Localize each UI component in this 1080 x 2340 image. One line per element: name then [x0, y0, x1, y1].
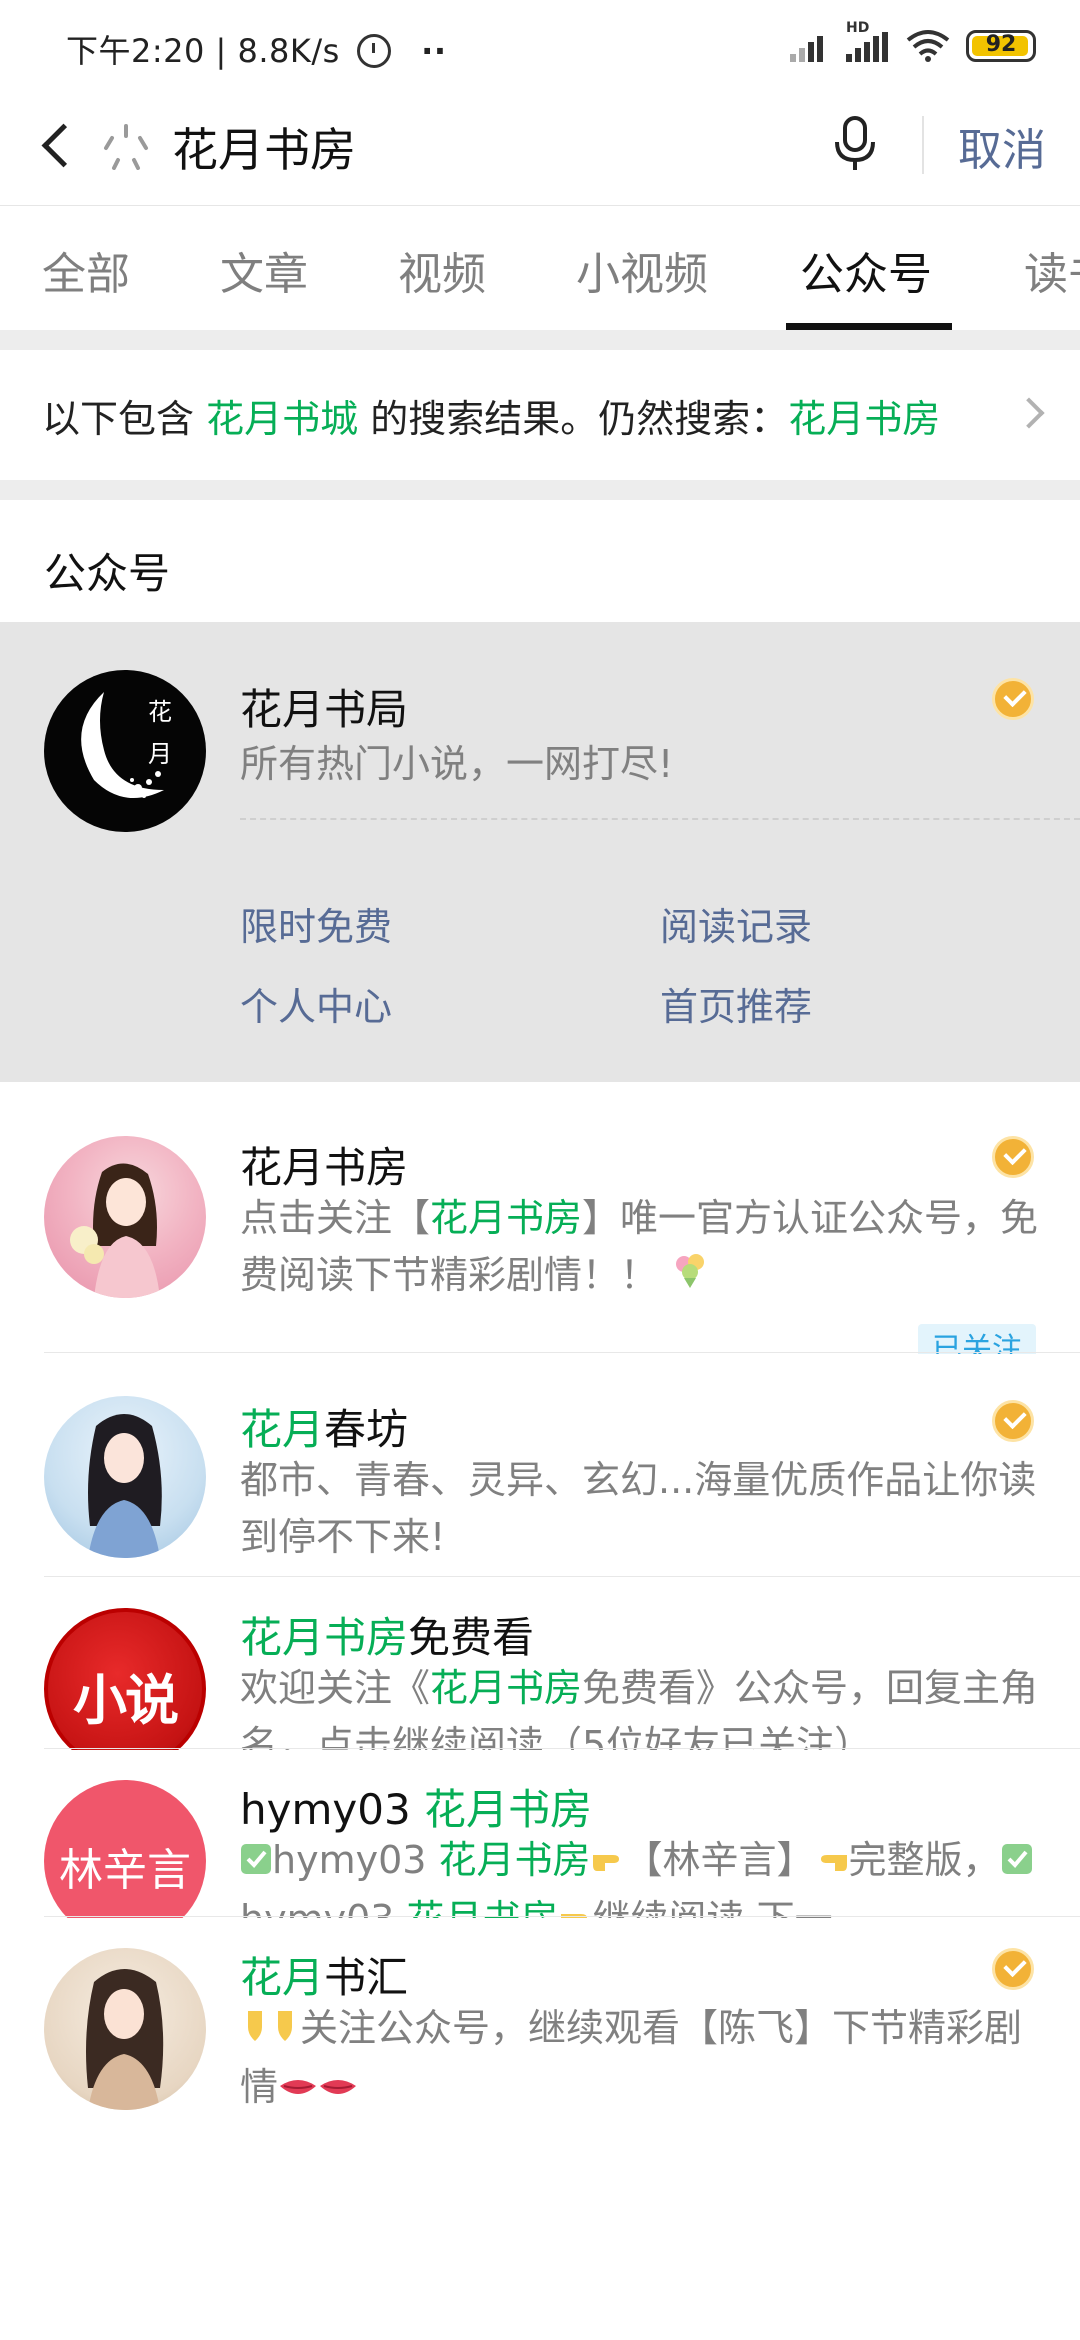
lips-emoji-icon [318, 2061, 358, 2118]
suggested-term-link[interactable]: 花月书城 [206, 397, 358, 441]
account-description: 点击关注【花月书房】唯一官方认证公众号，免费阅读下节精彩剧情！！ [240, 1190, 1040, 1306]
battery-icon: 92 [966, 30, 1036, 62]
signal-hd-icon: HD [846, 20, 890, 62]
loading-spinner-icon [104, 124, 148, 170]
signal-icon [790, 32, 834, 62]
search-input[interactable]: 花月书房 [172, 114, 356, 180]
avatar: 花 月 [44, 670, 206, 832]
check-box-emoji-icon [240, 1834, 272, 1891]
pointing-hand-emoji-icon [591, 1834, 625, 1891]
bouquet-emoji-icon [670, 1249, 710, 1306]
microphone-icon[interactable] [830, 114, 880, 174]
result-item[interactable]: 花 月 花月书局 所有热门小说，一网打尽! [0, 622, 1080, 886]
results-section: 公众号 花 月 花月书局 所有热门小说，一网打尽! 限时免费 阅读记录 个人中心… [0, 500, 1080, 2340]
search-bar: 花月书房 取消 [0, 90, 1080, 205]
account-name: 花月书房免费看 [240, 1613, 535, 1662]
check-box-emoji-icon [1001, 1834, 1033, 1891]
result-item[interactable]: 花月书房 点击关注【花月书房】唯一官方认证公众号，免费阅读下节精彩剧情！！ 已关… [0, 1088, 1080, 1376]
tab-short-videos[interactable]: 小视频 [576, 238, 708, 302]
more-notifications-icon: ·· [421, 32, 447, 70]
verified-badge-icon [992, 1136, 1034, 1178]
result-item[interactable]: 花月春坊 都市、青春、灵异、玄幻...海量优质作品让你读到停不下来! [0, 1354, 1080, 1606]
status-right: HD 92 [790, 20, 1040, 66]
cancel-button[interactable]: 取消 [958, 114, 1046, 178]
tab-bar: 全部 文章 视频 小视频 公众号 读书 [0, 205, 1080, 330]
account-name: 花月书局 [240, 685, 409, 734]
avatar [44, 1948, 206, 2110]
pointing-down-emoji-icon [270, 2002, 300, 2059]
avatar: 小说 [44, 1608, 206, 1770]
verified-badge-icon [992, 678, 1034, 720]
account-name: 花月书房 [240, 1143, 409, 1192]
status-left: 下午2:20 | 8.8K/s ·· [66, 32, 447, 70]
menu-limited-free[interactable]: 限时免费 [240, 896, 392, 951]
divider [44, 1748, 1080, 1749]
divider [922, 116, 924, 174]
section-title: 公众号 [44, 549, 171, 598]
active-tab-indicator [786, 323, 952, 330]
account-menu: 限时免费 阅读记录 个人中心 首页推荐 [0, 818, 1080, 1082]
divider [44, 1352, 1080, 1353]
back-arrow-icon[interactable] [30, 116, 90, 176]
account-description: 所有热门小说，一网打尽! [240, 742, 674, 786]
pointing-hand-emoji-icon [815, 1834, 849, 1891]
account-name: hymy03 花月书房 [240, 1785, 593, 1834]
avatar [44, 1136, 206, 1298]
tab-official-accounts[interactable]: 公众号 [800, 238, 932, 302]
account-description: 都市、青春、灵异、玄幻...海量优质作品让你读到停不下来! [240, 1458, 1037, 1559]
verified-badge-icon [992, 1400, 1034, 1442]
alarm-clock-icon [356, 34, 391, 68]
menu-reading-history[interactable]: 阅读记录 [660, 896, 812, 951]
wifi-icon [906, 30, 950, 62]
illustrated-girl-avatar-icon [86, 1969, 164, 2110]
avatar [44, 1396, 206, 1558]
tab-reading[interactable]: 读书 [1024, 238, 1080, 302]
divider [44, 1576, 1080, 1577]
menu-personal-center[interactable]: 个人中心 [240, 976, 392, 1031]
divider [44, 1916, 1080, 1917]
moon-flower-logo-icon: 花 月 [81, 692, 172, 798]
menu-home-recommend[interactable]: 首页推荐 [660, 976, 812, 1031]
account-description: 关注公众号，继续观看【陈飞】下节精彩剧情 [240, 2000, 1040, 2118]
tab-articles[interactable]: 文章 [220, 238, 308, 302]
pointing-down-emoji-icon [240, 2002, 270, 2059]
tab-all[interactable]: 全部 [42, 238, 130, 302]
lips-emoji-icon [278, 2061, 318, 2118]
svg-text:花: 花 [148, 698, 172, 726]
tab-videos[interactable]: 视频 [398, 238, 486, 302]
account-name: 花月书汇 [240, 1953, 409, 2002]
search-suggestion-notice[interactable]: 以下包含 花月书城 的搜索结果。仍然搜索：花月书房 [0, 350, 1080, 480]
result-item[interactable]: 花月书汇 关注公众号，继续观看【陈飞】下节精彩剧情 [0, 1918, 1080, 2178]
status-bar: 下午2:20 | 8.8K/s ·· HD 92 [0, 0, 1080, 90]
original-term-link[interactable]: 花月书房 [788, 397, 940, 441]
illustrated-girl-avatar-icon [70, 1163, 160, 1298]
illustrated-girl-avatar-icon [88, 1414, 162, 1558]
verified-badge-icon [992, 1948, 1034, 1990]
dashed-divider [240, 818, 1080, 820]
account-name: 花月春坊 [240, 1405, 409, 1454]
chevron-right-icon [1013, 397, 1045, 429]
net-speed: 8.8K/s [237, 32, 340, 70]
svg-text:月: 月 [148, 740, 172, 768]
status-time: 下午2:20 [66, 32, 205, 70]
